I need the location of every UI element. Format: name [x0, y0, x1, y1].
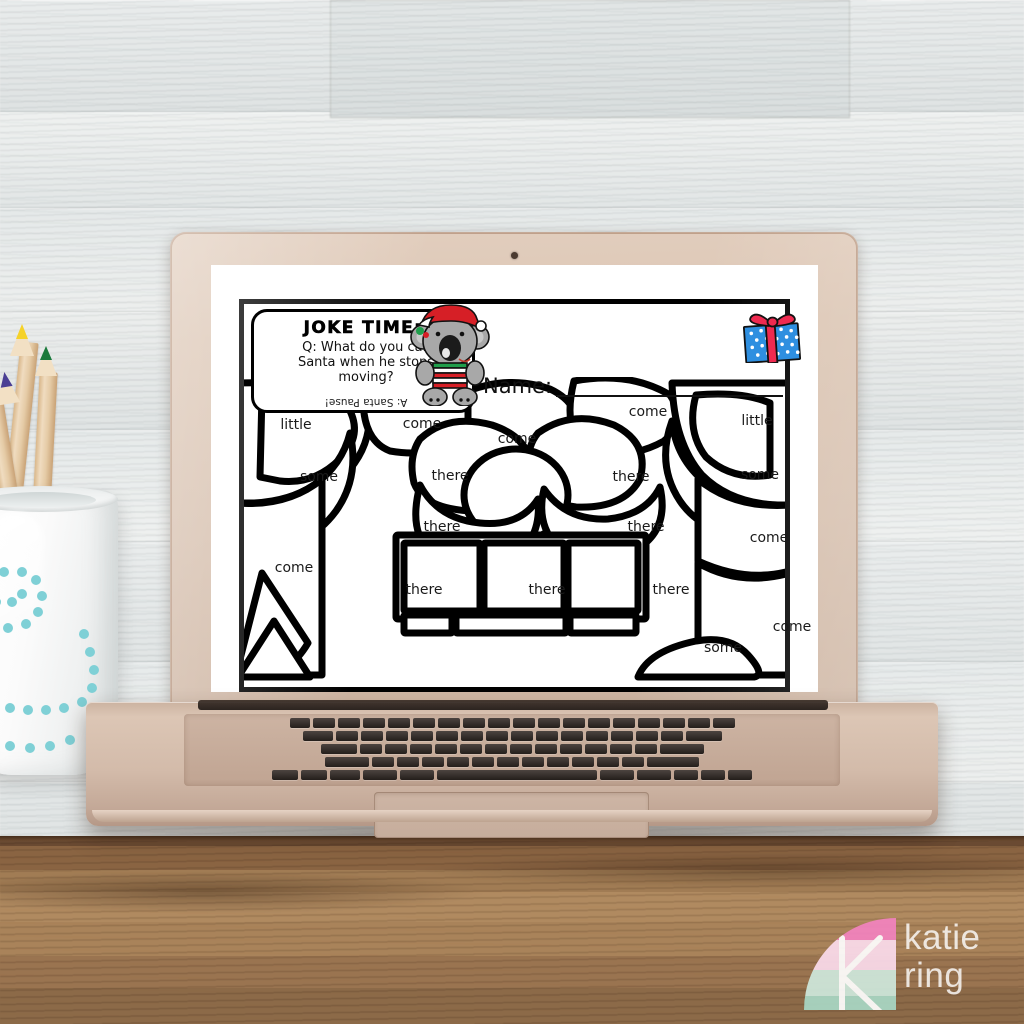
laptop-hinge: [198, 700, 828, 710]
logo-mark: [804, 918, 896, 1010]
laptop-base-lip: [92, 810, 932, 822]
scene-root: JOKE TIME: Q: What do you call Santa whe…: [0, 0, 1024, 1024]
color-word: there: [652, 582, 690, 598]
laptop-keyboard[interactable]: [184, 714, 840, 786]
color-word: some: [703, 640, 743, 656]
color-word: there: [405, 582, 443, 598]
gift-box-icon: [742, 313, 802, 363]
color-word: some: [740, 467, 780, 483]
color-word: there: [431, 468, 469, 484]
color-word: there: [612, 469, 650, 485]
color-word: come: [497, 431, 537, 447]
color-word: there: [528, 582, 566, 598]
laptop: JOKE TIME: Q: What do you call Santa whe…: [86, 232, 938, 842]
name-label: Name:: [483, 374, 553, 398]
name-field[interactable]: Name:: [483, 365, 783, 397]
name-input-line[interactable]: [556, 375, 783, 397]
logo-wordmark: katie ring: [904, 914, 1016, 1014]
color-word: little: [280, 417, 312, 433]
green-pencil-tip: [35, 346, 57, 376]
color-word: come: [628, 404, 668, 420]
koala-santa-icon: [410, 304, 490, 406]
color-word: come: [274, 560, 314, 576]
watermark-logo: katie ring: [804, 912, 1016, 1016]
color-word: little: [741, 413, 773, 429]
purple-pencil-tip: [0, 372, 20, 406]
logo-line-2: ring: [904, 956, 965, 995]
color-word: there: [627, 519, 665, 535]
worksheet-page: JOKE TIME: Q: What do you call Santa whe…: [211, 265, 818, 692]
laptop-screen[interactable]: JOKE TIME: Q: What do you call Santa whe…: [211, 265, 818, 692]
color-word: come: [772, 619, 812, 635]
logo-line-1: katie: [904, 918, 981, 957]
color-word: come: [402, 416, 442, 432]
logo-k-letter-icon: [839, 935, 883, 1010]
color-word: there: [423, 519, 461, 535]
color-word: come: [749, 530, 789, 546]
color-word: some: [299, 469, 339, 485]
webcam-icon: [511, 252, 518, 259]
